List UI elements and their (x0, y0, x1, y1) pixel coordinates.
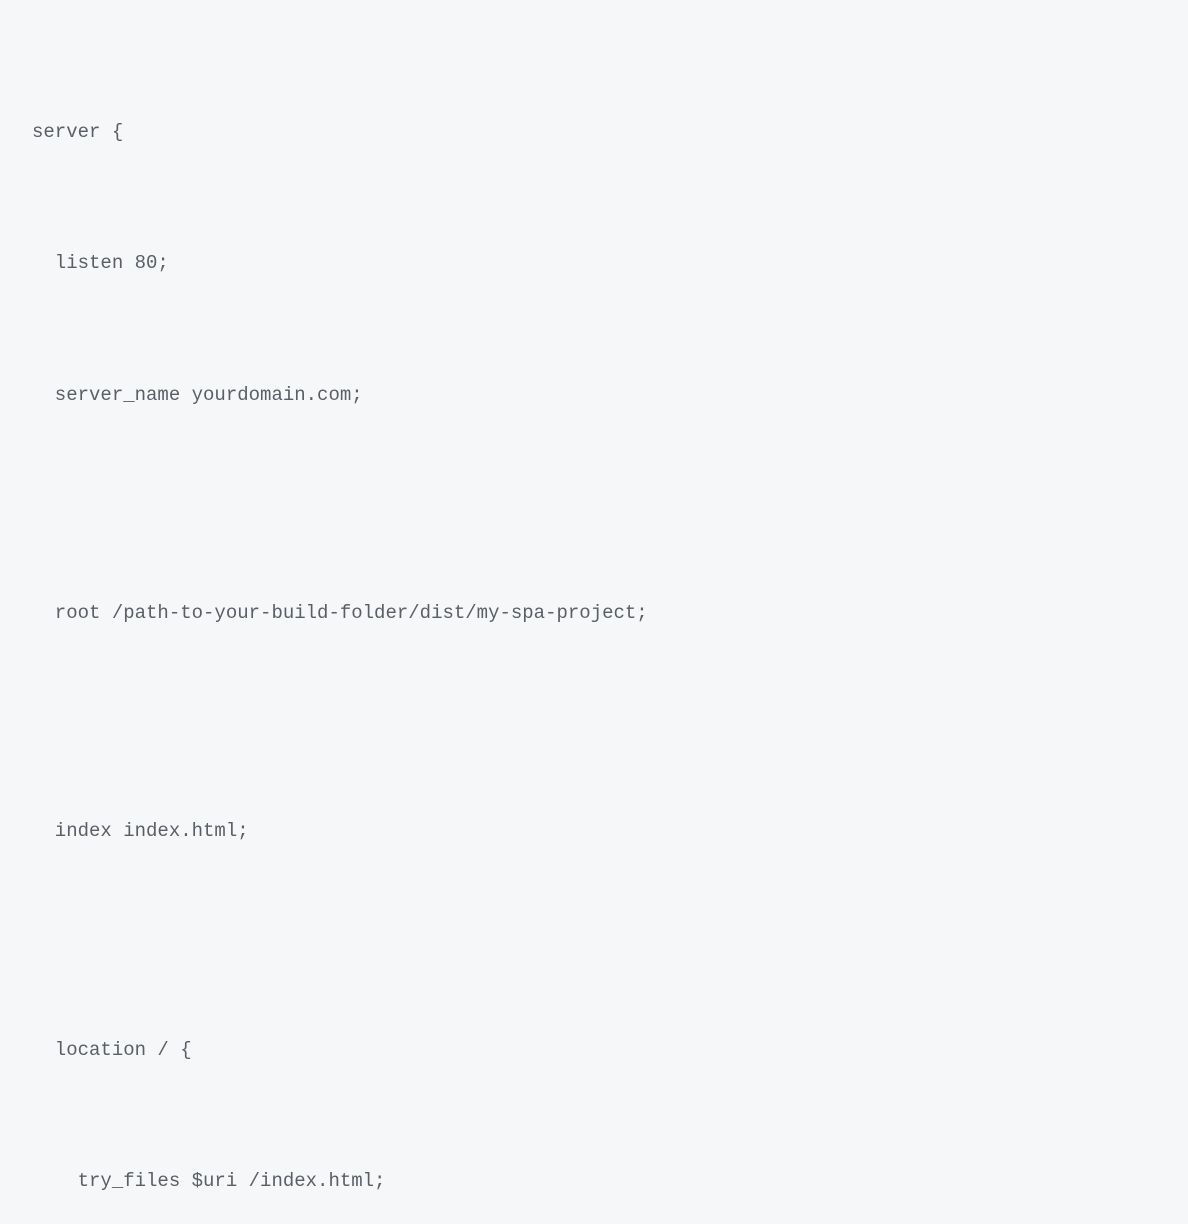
code-line: server_name yourdomain.com; (32, 374, 1156, 418)
code-line: server { (32, 111, 1156, 155)
code-line: location / { (32, 1029, 1156, 1073)
code-line: root /path-to-your-build-folder/dist/my-… (32, 592, 1156, 636)
code-line: try_files $uri /index.html; (32, 1160, 1156, 1204)
code-line: index index.html; (32, 810, 1156, 854)
code-line: listen 80; (32, 242, 1156, 286)
code-block: server { listen 80; server_name yourdoma… (32, 24, 1156, 1224)
